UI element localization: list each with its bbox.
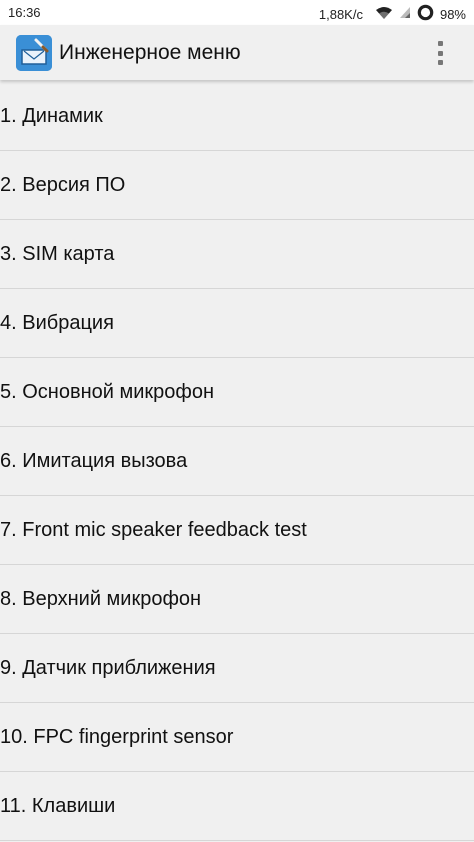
- overflow-menu-icon[interactable]: [428, 38, 452, 68]
- list-item-fingerprint-sensor[interactable]: 10. FPC fingerprint sensor: [0, 703, 474, 772]
- wifi-icon: [375, 6, 393, 23]
- engineering-menu-list: 1. Динамик 2. Версия ПО 3. SIM карта 4. …: [0, 82, 474, 841]
- status-bar: 16:36 1,88K/c 98%: [0, 0, 474, 25]
- status-time: 16:36: [8, 5, 41, 20]
- list-item-label: 8. Верхний микрофон: [0, 587, 202, 610]
- list-item-label: 3. SIM карта: [0, 242, 115, 265]
- list-item-software-version[interactable]: 2. Версия ПО: [0, 151, 474, 220]
- list-item-main-microphone[interactable]: 5. Основной микрофон: [0, 358, 474, 427]
- list-item-front-mic-test[interactable]: 7. Front mic speaker feedback test: [0, 496, 474, 565]
- list-item-label: 1. Динамик: [0, 104, 103, 127]
- status-right-group: 1,88K/c 98%: [319, 4, 466, 24]
- list-item-sim-card[interactable]: 3. SIM карта: [0, 220, 474, 289]
- list-item-label: 10. FPC fingerprint sensor: [0, 725, 234, 748]
- battery-percent: 98%: [439, 7, 466, 22]
- list-item-label: 11. Клавиши: [0, 794, 116, 817]
- network-speed: 1,88K/c: [318, 7, 363, 22]
- list-item-label: 2. Версия ПО: [0, 173, 126, 196]
- app-title: Инженерное меню: [59, 41, 241, 64]
- list-item-label: 9. Датчик приближения: [0, 656, 216, 679]
- list-item-speaker[interactable]: 1. Динамик: [0, 82, 474, 151]
- list-item-keys[interactable]: 11. Клавиши: [0, 772, 474, 841]
- list-item-label: 4. Вибрация: [0, 311, 114, 334]
- engineer-app-icon: [16, 35, 52, 71]
- list-item-top-microphone[interactable]: 8. Верхний микрофон: [0, 565, 474, 634]
- list-item-vibration[interactable]: 4. Вибрация: [0, 289, 474, 358]
- menu-dot: [437, 60, 443, 65]
- list-item-call-simulation[interactable]: 6. Имитация вызова: [0, 427, 474, 496]
- menu-dot: [437, 41, 443, 46]
- menu-dot: [437, 50, 443, 56]
- list-item-proximity-sensor[interactable]: 9. Датчик приближения: [0, 634, 474, 703]
- list-item-label: 6. Имитация вызова: [0, 449, 188, 472]
- list-item-label: 5. Основной микрофон: [0, 380, 215, 403]
- battery-ring-icon: [417, 4, 434, 24]
- signal-icon: [399, 6, 411, 22]
- app-bar: Инженерное меню: [0, 25, 474, 80]
- list-item-label: 7. Front mic speaker feedback test: [0, 518, 307, 541]
